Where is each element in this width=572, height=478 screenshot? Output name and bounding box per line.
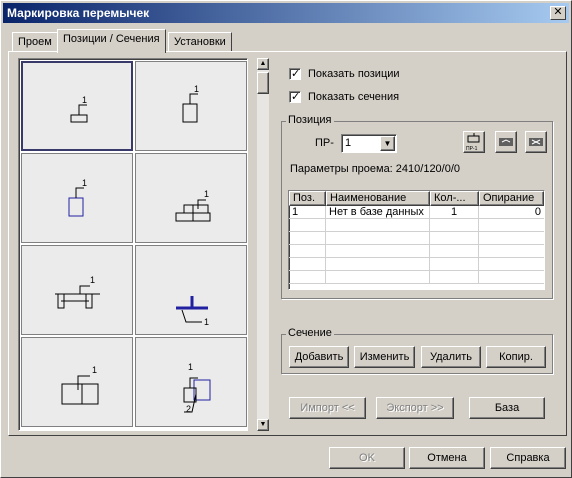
grid-cell-8[interactable]: 1 2 bbox=[135, 337, 247, 427]
section-drawing: 1 bbox=[55, 275, 100, 309]
grid-cell-5[interactable]: 1 bbox=[21, 245, 133, 335]
table-row-empty bbox=[289, 271, 544, 284]
export-button[interactable]: Экспорт >> bbox=[376, 397, 454, 419]
section-drawing: 1 bbox=[68, 178, 87, 217]
show-positions-checkbox[interactable]: ✓ bbox=[289, 68, 301, 80]
delete-section-button[interactable]: Удалить bbox=[421, 346, 481, 368]
table-row-empty bbox=[289, 219, 544, 232]
grid-cell-4[interactable]: 1 bbox=[135, 153, 247, 243]
cell-label: 1 bbox=[82, 178, 87, 188]
table-row-empty bbox=[289, 245, 544, 258]
cell-label: 1 bbox=[82, 95, 87, 105]
section-drawing: 1 bbox=[61, 365, 99, 405]
cell-label-2: 2 bbox=[186, 404, 191, 414]
show-positions-label: Показать позиции bbox=[308, 68, 400, 80]
grid-cell-7[interactable]: 1 bbox=[21, 337, 133, 427]
col-header-support[interactable]: Опирание bbox=[479, 191, 544, 206]
section-drawing: 1 2 bbox=[183, 362, 211, 414]
window-title: Маркировка перемычек bbox=[7, 6, 150, 20]
tab-positions-sections[interactable]: Позиции / Сечения bbox=[57, 29, 166, 53]
pr-number-value: 1 bbox=[345, 137, 352, 149]
scroll-down-button[interactable]: ▼ bbox=[257, 419, 269, 431]
section-drawing: 1 bbox=[176, 296, 209, 327]
cell-label: 1 bbox=[204, 317, 209, 327]
grid-cell-1[interactable]: 1 bbox=[21, 61, 133, 151]
col-header-name[interactable]: Наименование bbox=[326, 191, 430, 206]
pr-stamp-caption: ПР-1 bbox=[466, 146, 478, 152]
positions-table[interactable]: Поз. Наименование Кол-... Опирание 1 Нет… bbox=[288, 190, 545, 290]
section-image-grid: 1 1 1 1 1 1 1 1 2 bbox=[18, 58, 248, 431]
cell-label: 1 bbox=[204, 189, 209, 199]
section-arrow-button[interactable] bbox=[495, 131, 517, 153]
cell-label: 1 bbox=[92, 365, 97, 375]
section-cross-button[interactable] bbox=[525, 131, 547, 153]
cell-qty: 1 bbox=[430, 206, 479, 219]
section-group-title: Сечение bbox=[286, 327, 334, 339]
copy-section-button[interactable]: Копир. bbox=[486, 346, 546, 368]
scroll-up-button[interactable]: ▲ bbox=[257, 58, 269, 70]
cross-section-icon bbox=[529, 138, 543, 146]
grid-cell-2[interactable]: 1 bbox=[135, 61, 247, 151]
ok-button[interactable]: OK bbox=[329, 447, 405, 469]
position-group-title: Позиция bbox=[286, 114, 334, 126]
pr-1-stamp-icon: ПР-1 bbox=[466, 133, 480, 152]
dialog-window: Маркировка перемычек ✕ Проем Позиции / С… bbox=[0, 0, 572, 478]
section-drawing: 1 bbox=[175, 189, 211, 222]
pr-number-select[interactable]: 1 ▼ bbox=[341, 134, 397, 153]
cell-name: Нет в базе данных bbox=[326, 206, 430, 219]
section-drawing: 1 bbox=[70, 95, 88, 123]
base-button[interactable]: База bbox=[469, 397, 545, 419]
cell-label: 1 bbox=[194, 84, 199, 94]
scroll-thumb[interactable] bbox=[257, 72, 269, 94]
table-row-empty bbox=[289, 258, 544, 271]
import-button[interactable]: Импорт << bbox=[289, 397, 366, 419]
col-header-pos[interactable]: Поз. bbox=[289, 191, 326, 206]
opening-params-text: Параметры проема: 2410/120/0/0 bbox=[290, 163, 461, 175]
tab-opening[interactable]: Проем bbox=[12, 32, 58, 52]
help-button[interactable]: Справка bbox=[490, 447, 566, 469]
table-row-empty bbox=[289, 232, 544, 245]
arrow-section-icon bbox=[499, 138, 513, 146]
cancel-button[interactable]: Отмена bbox=[409, 447, 485, 469]
grid-scrollbar[interactable]: ▲ ▼ bbox=[257, 58, 269, 431]
edit-section-button[interactable]: Изменить bbox=[354, 346, 415, 368]
show-sections-checkbox[interactable]: ✓ bbox=[289, 91, 301, 103]
table-row[interactable]: 1 Нет в базе данных 1 0 bbox=[289, 206, 544, 219]
tab-settings[interactable]: Установки bbox=[168, 32, 232, 52]
cell-pos: 1 bbox=[289, 206, 326, 219]
cell-label: 1 bbox=[90, 275, 95, 285]
grid-cell-3[interactable]: 1 bbox=[21, 153, 133, 243]
grid-cell-6[interactable]: 1 bbox=[135, 245, 247, 335]
cell-label: 1 bbox=[188, 362, 193, 372]
show-sections-label: Показать сечения bbox=[308, 91, 400, 103]
close-button[interactable]: ✕ bbox=[550, 6, 566, 20]
section-drawing: 1 bbox=[182, 84, 199, 123]
title-bar[interactable]: Маркировка перемычек ✕ bbox=[3, 3, 569, 23]
pr-stamp-button[interactable]: ПР-1 bbox=[463, 131, 485, 153]
cell-support: 0 bbox=[534, 206, 541, 218]
col-header-qty[interactable]: Кол-... bbox=[430, 191, 479, 206]
pr-label: ПР- bbox=[315, 137, 334, 149]
add-section-button[interactable]: Добавить bbox=[289, 346, 349, 368]
chevron-down-icon[interactable]: ▼ bbox=[380, 136, 395, 151]
